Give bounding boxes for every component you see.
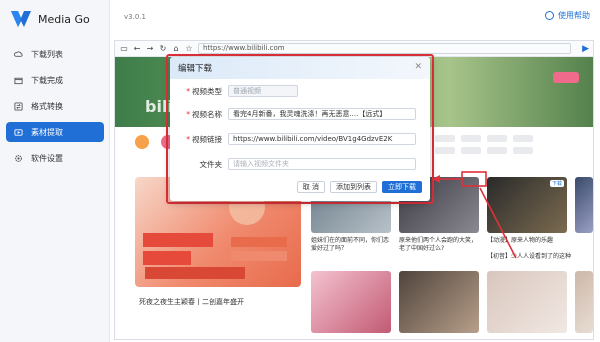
arrow-line xyxy=(479,187,517,259)
arrow-head xyxy=(432,175,440,183)
badge-highlight xyxy=(461,171,487,187)
annotation-arrow xyxy=(432,171,517,259)
app-window: Media Go v3.0.1 下载列表 下载完成 格式转换 素材提取 软件设置… xyxy=(0,0,600,342)
